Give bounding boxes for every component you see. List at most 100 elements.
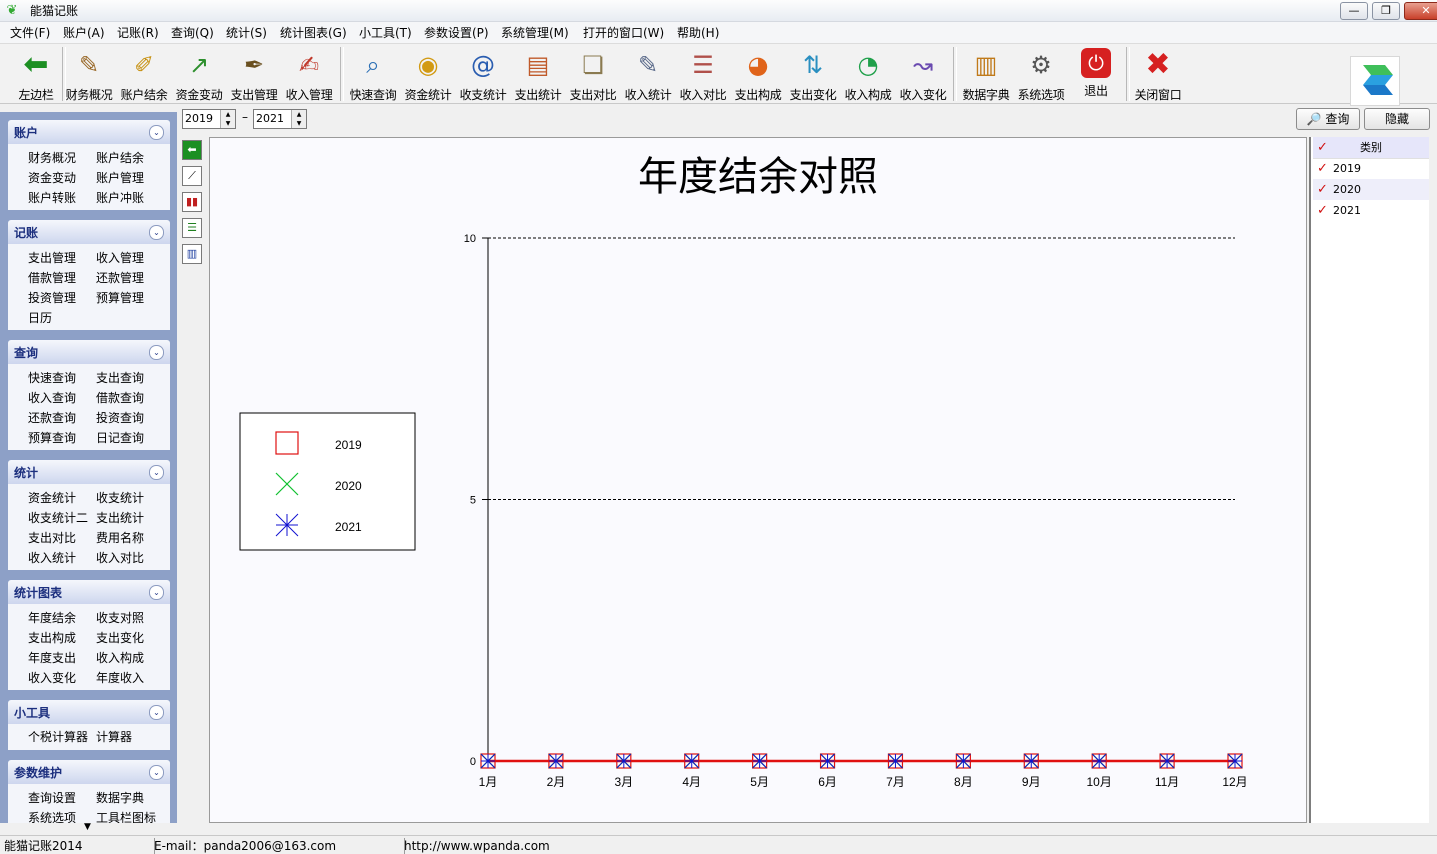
sidebar-item[interactable]: 查询设置 <box>28 790 76 806</box>
menu-tools[interactable]: 小工具(T) <box>359 25 412 41</box>
sidebar-section-header[interactable]: 统计 ⌄ <box>8 460 170 484</box>
sidebar-item[interactable]: 借款查询 <box>96 390 144 406</box>
sidebar-item[interactable]: 收支统计二 <box>28 510 88 526</box>
category-item[interactable]: ✓ 2020 <box>1313 179 1429 200</box>
sidebar-item[interactable]: 日历 <box>28 310 52 326</box>
sidebar-item[interactable]: 资金统计 <box>28 490 76 506</box>
sidebar-item[interactable]: 收支对照 <box>96 610 144 626</box>
sidebar-section-header[interactable]: 统计图表 ⌄ <box>8 580 170 604</box>
sidebar-item[interactable]: 投资管理 <box>28 290 76 306</box>
toolbar-fund-stats-button[interactable]: ◉ 资金统计 <box>400 46 456 102</box>
sidebar-item[interactable]: 支出对比 <box>28 530 76 546</box>
hide-button[interactable]: 隐藏 <box>1364 108 1430 130</box>
menu-file[interactable]: 文件(F) <box>10 25 50 41</box>
sidebar-item[interactable]: 财务概况 <box>28 150 76 166</box>
horizontal-bar-icon[interactable]: ☰ <box>182 218 202 238</box>
sidebar-item[interactable]: 投资查询 <box>96 410 144 426</box>
toolbar-income-change-button[interactable]: ↝ 收入变化 <box>895 46 951 102</box>
toolbar-system-options-button[interactable]: ⚙ 系统选项 <box>1013 46 1069 102</box>
bar-chart-icon[interactable]: ▮▮ <box>182 192 202 212</box>
sidebar-item[interactable]: 账户转账 <box>28 190 76 206</box>
menu-charts[interactable]: 统计图表(G) <box>280 25 347 41</box>
sidebar-item[interactable]: 账户结余 <box>96 150 144 166</box>
year-from-spinner[interactable]: 2019 ▲ ▼ <box>182 109 236 129</box>
collapse-chevron-icon[interactable]: ⌄ <box>149 345 164 360</box>
sidebar-item[interactable]: 还款查询 <box>28 410 76 426</box>
sidebar-item[interactable]: 支出查询 <box>96 370 144 386</box>
spin-arrows-icon[interactable]: ▲ ▼ <box>291 110 306 128</box>
query-button[interactable]: 🔎 查询 <box>1296 108 1360 130</box>
sidebar-item[interactable]: 收入变化 <box>28 670 76 686</box>
sidebar-item[interactable]: 预算查询 <box>28 430 76 446</box>
check-icon[interactable]: ✓ <box>1317 179 1328 200</box>
sidebar-section-header[interactable]: 查询 ⌄ <box>8 340 170 364</box>
sidebar-item[interactable]: 资金变动 <box>28 170 76 186</box>
toolbar-sidebar-button[interactable]: ⬅ 左边栏 <box>8 46 64 103</box>
sidebar-item[interactable]: 个税计算器 <box>28 729 88 745</box>
sidebar-item[interactable]: 收入构成 <box>96 650 144 666</box>
collapse-chevron-icon[interactable]: ⌄ <box>149 585 164 600</box>
collapse-chevron-icon[interactable]: ⌄ <box>149 465 164 480</box>
toolbar-finance-overview-button[interactable]: ✎ 财务概况 <box>61 46 117 102</box>
sidebar-item[interactable]: 数据字典 <box>96 790 144 806</box>
sidebar-item[interactable]: 工具栏图标 <box>96 810 156 823</box>
menu-record[interactable]: 记账(R) <box>117 25 159 41</box>
restore-button[interactable]: ❐ <box>1372 2 1400 20</box>
line-chart-icon[interactable]: ⟋ <box>182 166 202 186</box>
sidebar-item[interactable]: 快速查询 <box>28 370 76 386</box>
stacked-bar-icon[interactable]: ▥ <box>182 244 202 264</box>
sidebar-item[interactable]: 系统选项 <box>28 810 76 823</box>
sidebar-item[interactable]: 年度收入 <box>96 670 144 686</box>
menu-help[interactable]: 帮助(H) <box>677 25 719 41</box>
back-icon[interactable]: ⬅ <box>182 140 202 160</box>
check-icon[interactable]: ✓ <box>1317 158 1328 179</box>
menu-windows[interactable]: 打开的窗口(W) <box>583 25 664 41</box>
minimize-button[interactable]: — <box>1340 2 1368 20</box>
collapse-chevron-icon[interactable]: ⌄ <box>149 125 164 140</box>
sidebar-item[interactable]: 日记查询 <box>96 430 144 446</box>
toolbar-expense-stats-button[interactable]: ▤ 支出统计 <box>510 46 566 102</box>
toolbar-exit-button[interactable]: ⏻ 退出 <box>1068 46 1124 102</box>
close-button[interactable]: ✕ <box>1404 2 1437 20</box>
sidebar-item[interactable]: 支出构成 <box>28 630 76 646</box>
sidebar-item[interactable]: 费用名称 <box>96 530 144 546</box>
toolbar-income-expense-stats-button[interactable]: @ 收支统计 <box>455 46 511 102</box>
sidebar-item[interactable]: 支出变化 <box>96 630 144 646</box>
menu-settings[interactable]: 参数设置(P) <box>424 25 489 41</box>
category-item[interactable]: ✓ 2021 <box>1313 200 1429 221</box>
check-icon[interactable]: ✓ <box>1317 137 1328 158</box>
toolbar-account-balance-button[interactable]: ✐ 账户结余 <box>116 46 172 102</box>
toolbar-income-composition-button[interactable]: ◔ 收入构成 <box>840 46 896 102</box>
menu-account[interactable]: 账户(A) <box>63 25 105 41</box>
sidebar-section-header[interactable]: 记账 ⌄ <box>8 220 170 244</box>
collapse-chevron-icon[interactable]: ⌄ <box>149 765 164 780</box>
collapse-chevron-icon[interactable]: ⌄ <box>149 705 164 720</box>
app-logo-icon[interactable]: ❦ <box>4 3 20 19</box>
year-to-spinner[interactable]: 2021 ▲ ▼ <box>253 109 307 129</box>
category-item[interactable]: ✓ 2019 <box>1313 158 1429 179</box>
sidebar-item[interactable]: 账户冲账 <box>96 190 144 206</box>
toolbar-expense-change-button[interactable]: ⇅ 支出变化 <box>785 46 841 102</box>
sidebar-item[interactable]: 收支统计 <box>96 490 144 506</box>
sidebar-section-header[interactable]: 参数维护 ⌄ <box>8 760 170 784</box>
sidebar-item[interactable]: 支出管理 <box>28 250 76 266</box>
menu-stats[interactable]: 统计(S) <box>226 25 267 41</box>
scroll-down-arrow-icon[interactable]: ▼ <box>84 822 91 832</box>
toolbar-quick-query-button[interactable]: ⌕ 快速查询 <box>345 46 401 102</box>
toolbar-expense-composition-button[interactable]: ◕ 支出构成 <box>730 46 786 102</box>
toolbar-expense-manage-button[interactable]: ✒ 支出管理 <box>226 46 282 102</box>
sidebar-item[interactable]: 年度结余 <box>28 610 76 626</box>
toolbar-income-compare-button[interactable]: ☰ 收入对比 <box>675 46 731 102</box>
sidebar-item[interactable]: 账户管理 <box>96 170 144 186</box>
menu-query[interactable]: 查询(Q) <box>171 25 214 41</box>
toolbar-income-stats-button[interactable]: ✎ 收入统计 <box>620 46 676 102</box>
menu-system[interactable]: 系统管理(M) <box>501 25 569 41</box>
sidebar-item[interactable]: 支出统计 <box>96 510 144 526</box>
sidebar-section-header[interactable]: 账户 ⌄ <box>8 120 170 144</box>
sidebar-item[interactable]: 预算管理 <box>96 290 144 306</box>
toolbar-close-window-button[interactable]: ✖ 关闭窗口 <box>1130 46 1186 103</box>
collapse-chevron-icon[interactable]: ⌄ <box>149 225 164 240</box>
sidebar-item[interactable]: 收入管理 <box>96 250 144 266</box>
spin-arrows-icon[interactable]: ▲ ▼ <box>220 110 235 128</box>
toolbar-data-dictionary-button[interactable]: ▥ 数据字典 <box>958 46 1014 102</box>
